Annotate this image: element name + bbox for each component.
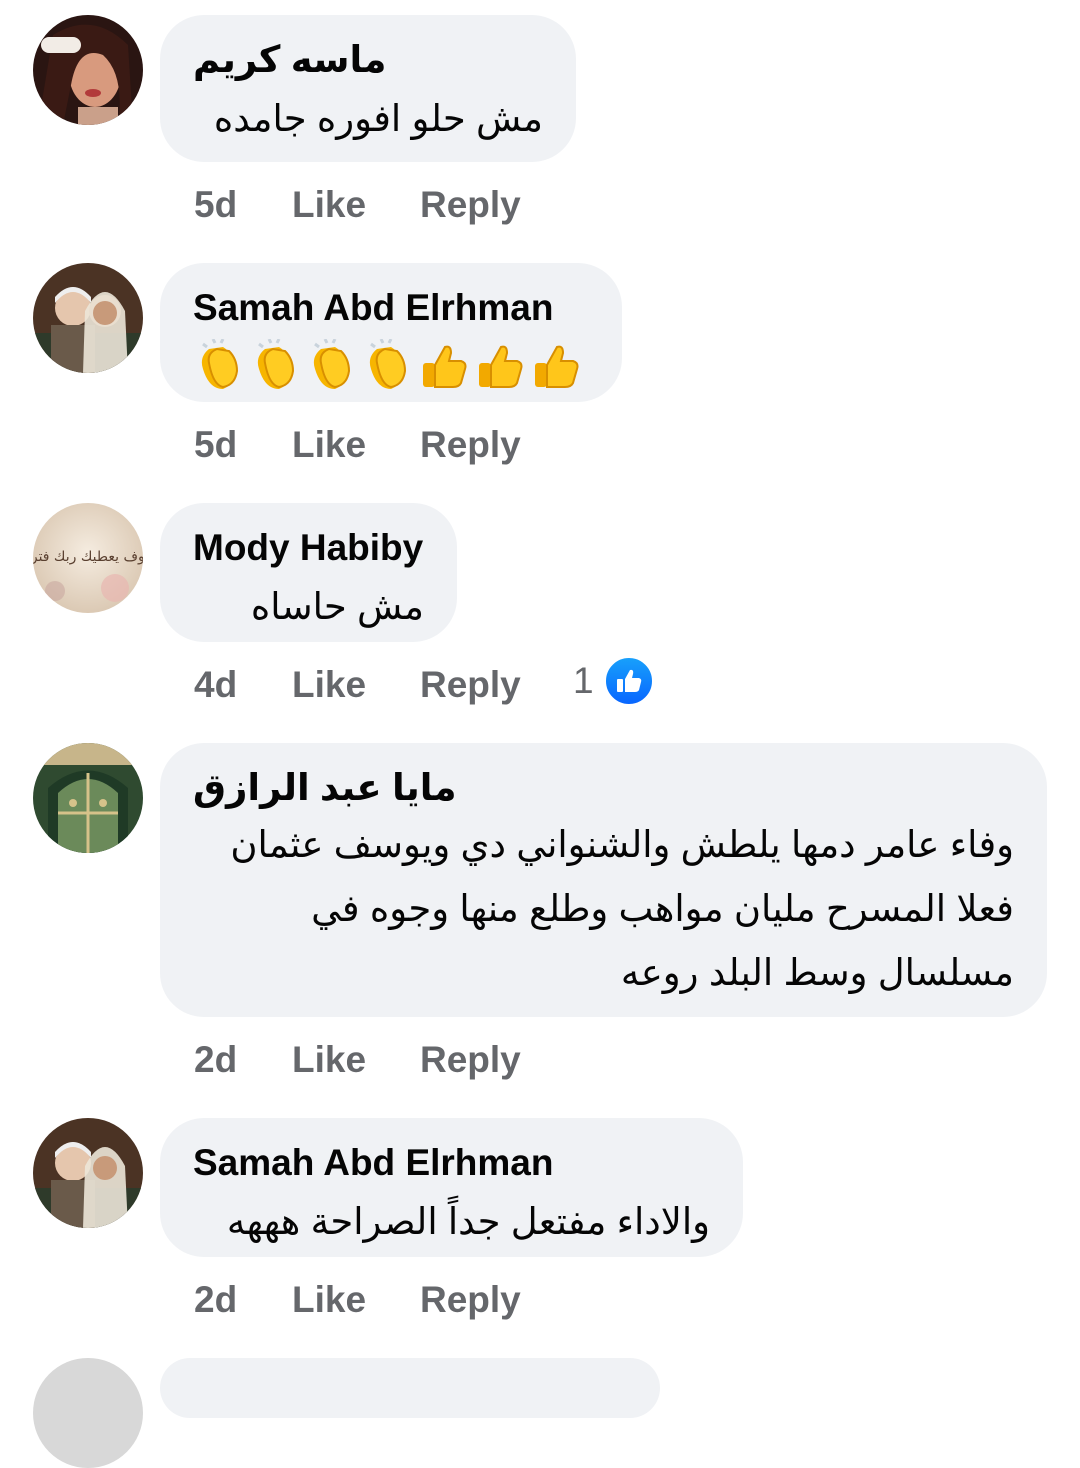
avatar[interactable] (33, 15, 143, 125)
reply-button[interactable]: Reply (420, 423, 521, 467)
comment-bubble: Samah Abd Elrhman (160, 263, 622, 402)
comment-bubble: Samah Abd Elrhman والاداء مفتعل جداً الص… (160, 1118, 743, 1257)
clapping-hands-icon (257, 339, 295, 389)
comment-text-line: فعلا المسرح مليان مواهب وطلع منها وجوه ف… (311, 888, 1014, 929)
timestamp[interactable]: 2d (194, 1278, 237, 1322)
comment-bubble: ماسه كريم مش حلو افوره جامده (160, 15, 576, 162)
like-button[interactable]: Like (292, 663, 366, 707)
clapping-hands-icon (313, 339, 351, 389)
avatar[interactable] (33, 1118, 143, 1228)
timestamp[interactable]: 2d (194, 1038, 237, 1082)
comment-bubble: Mody Habiby مش حاساه (160, 503, 457, 642)
avatar[interactable] (33, 743, 143, 853)
reply-button[interactable]: Reply (420, 1038, 521, 1082)
avatar-caption: ولسوف يعطيك ربك فترضى (33, 549, 143, 565)
author-name[interactable]: Mody Habiby (193, 525, 424, 571)
avatar[interactable] (33, 263, 143, 373)
reaction-count[interactable]: 1 (573, 659, 594, 703)
comment-bubble: مايا عبد الرازق وفاء عامر دمها يلطش والش… (160, 743, 1047, 1017)
thumbs-up-icon (423, 345, 467, 388)
comment-text-line: مسلسال وسط البلد روعه (620, 952, 1014, 993)
thumbs-up-icon (479, 345, 523, 388)
timestamp[interactable]: 4d (194, 663, 237, 707)
comment-text: مش حلو افوره جامده (213, 98, 543, 139)
comment-text: والاداء مفتعل جداً الصراحة هههه (226, 1201, 710, 1242)
reply-button[interactable]: Reply (420, 1278, 521, 1322)
like-reaction-icon[interactable] (603, 655, 655, 707)
timestamp[interactable]: 5d (194, 423, 237, 467)
clapping-hands-icon (369, 339, 407, 389)
comment-text-line: وفاء عامر دمها يلطش والشنواني دي ويوسف ع… (230, 824, 1014, 865)
reply-button[interactable]: Reply (420, 183, 521, 227)
like-button[interactable]: Like (292, 1278, 366, 1322)
like-button[interactable]: Like (292, 1038, 366, 1082)
like-button[interactable]: Like (292, 423, 366, 467)
author-name[interactable]: Samah Abd Elrhman (193, 285, 589, 331)
reply-button[interactable]: Reply (420, 663, 521, 707)
next-comment-bubble-partial (160, 1358, 660, 1418)
avatar[interactable]: ولسوف يعطيك ربك فترضى (33, 503, 143, 613)
clapping-hands-icon (201, 339, 239, 389)
timestamp[interactable]: 5d (194, 183, 237, 227)
emoji-row (193, 339, 589, 393)
comment-text: مش حاساه (250, 586, 424, 627)
thumbs-up-icon (535, 345, 579, 388)
author-name[interactable]: Samah Abd Elrhman (193, 1140, 710, 1186)
author-name[interactable]: مايا عبد الرازق (193, 765, 1014, 811)
author-name[interactable]: ماسه كريم (193, 37, 543, 83)
like-button[interactable]: Like (292, 183, 366, 227)
next-comment-avatar-partial (33, 1358, 143, 1468)
